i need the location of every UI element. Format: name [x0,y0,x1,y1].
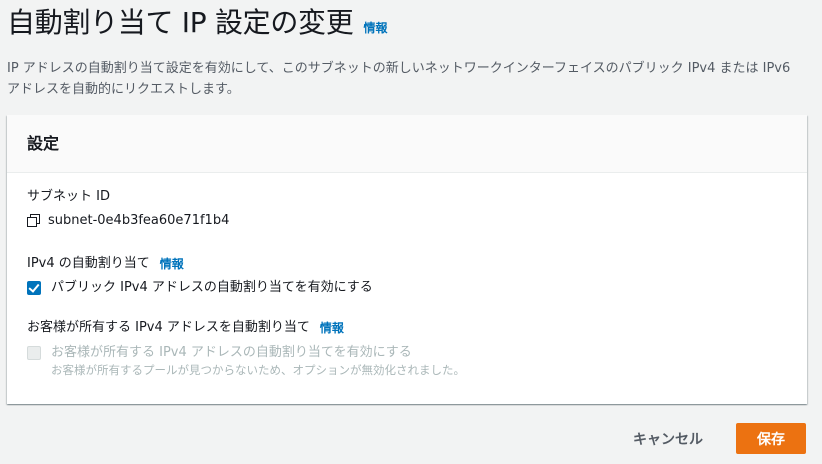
ipv4-auto-assign-checkbox[interactable] [27,281,41,295]
customer-ipv4-checkbox [27,346,41,360]
ipv4-auto-assign-info-link[interactable]: 情報 [160,255,184,273]
customer-ipv4-info-link[interactable]: 情報 [320,319,344,337]
header-info-link[interactable]: 情報 [363,19,387,36]
customer-ipv4-checkbox-row: お客様が所有する IPv4 アドレスの自動割り当てを有効にする お客様が所有する… [27,344,465,379]
settings-panel-title: 設定 [27,134,60,153]
page-title: 自動割り当て IP 設定の変更 [7,6,354,39]
subnet-id-label: サブネット ID [27,189,110,204]
customer-ipv4-disabled-reason: お客様が所有するプールが見つからないため、オプションが無効化されました。 [51,363,465,377]
ipv4-auto-assign-checkbox-label[interactable]: パブリック IPv4 アドレスの自動割り当てを有効にする [51,279,373,297]
page-header: 自動割り当て IP 設定の変更 情報 [7,5,387,41]
settings-panel-header: 設定 [7,115,807,173]
settings-panel: 設定 サブネット ID subnet-0e4b3fea60e71f1b4 IPv… [7,115,807,404]
customer-ipv4-label-row: お客様が所有する IPv4 アドレスを自動割り当て 情報 [27,319,344,337]
copy-icon[interactable] [27,213,41,228]
subnet-id-value: subnet-0e4b3fea60e71f1b4 [48,213,230,228]
modify-auto-assign-ip-page: 自動割り当て IP 設定の変更 情報 IP アドレスの自動割り当て設定を有効にし… [0,0,822,464]
customer-ipv4-checkbox-text: お客様が所有する IPv4 アドレスの自動割り当てを有効にする お客様が所有する… [51,344,465,379]
cancel-button[interactable]: キャンセル [618,424,718,454]
customer-ipv4-label: お客様が所有する IPv4 アドレスを自動割り当て [27,320,310,335]
ipv4-auto-assign-checkbox-row[interactable]: パブリック IPv4 アドレスの自動割り当てを有効にする [27,279,373,297]
ipv4-auto-assign-label-row: IPv4 の自動割り当て 情報 [27,255,184,273]
ipv4-auto-assign-label: IPv4 の自動割り当て [27,256,150,271]
save-button[interactable]: 保存 [736,423,806,454]
customer-ipv4-checkbox-label: お客様が所有する IPv4 アドレスの自動割り当てを有効にする [51,345,412,360]
subnet-id-row: subnet-0e4b3fea60e71f1b4 [27,213,229,228]
page-description: IP アドレスの自動割り当て設定を有効にして、このサブネットの新しいネットワーク… [7,61,791,97]
